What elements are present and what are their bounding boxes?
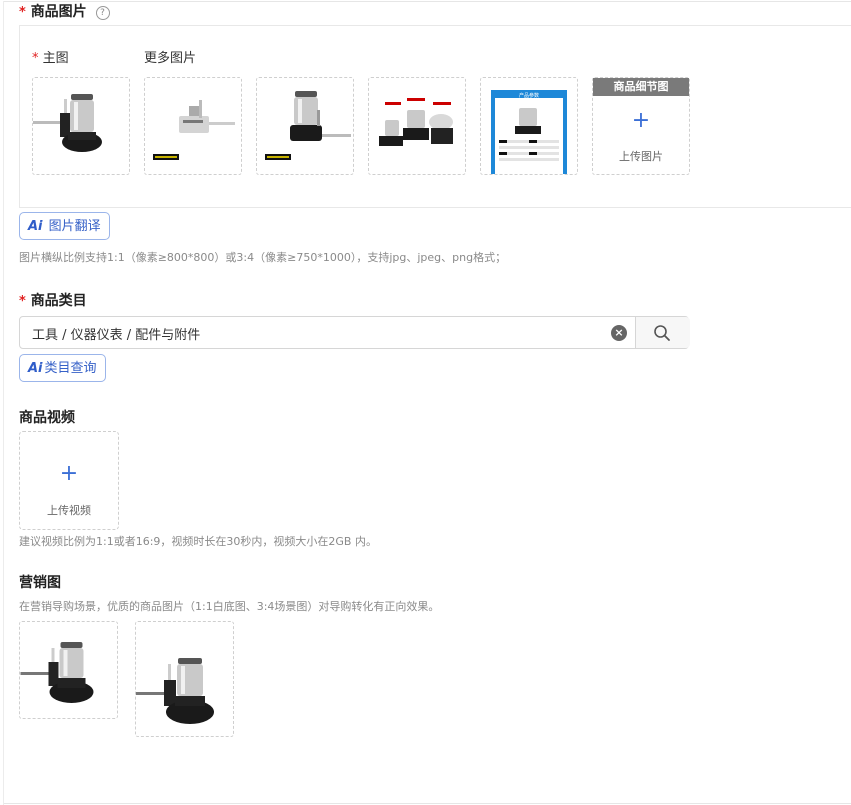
main-image-label: * 主图	[32, 51, 69, 66]
product-photo-icon	[153, 100, 235, 160]
category-search-button[interactable]	[635, 317, 690, 348]
product-form: * 商品图片 ? * 主图 更多图片 产品参数 商品细节图 + 上传图片 Ai …	[0, 0, 851, 805]
ai-icon: Ai	[28, 219, 43, 234]
detail-image-upload[interactable]: 商品细节图 + 上传图片	[592, 77, 690, 175]
more-image-thumb-3[interactable]	[368, 77, 466, 175]
marketing-hint: 在营销导购场景，优质的商品图片（1:1白底图、3:4场景图）对导购转化有正向效果…	[19, 600, 440, 613]
search-icon	[654, 325, 670, 341]
plus-icon: +	[59, 461, 79, 486]
product-images-title: 商品图片	[30, 4, 87, 20]
left-divider	[3, 1, 4, 805]
video-hint: 建议视频比例为1:1或者16:9，视频时长在30秒内，视频大小在2GB 内。	[19, 535, 377, 548]
category-select[interactable]: 工具 / 仪器仪表 / 配件与附件 ×	[19, 316, 690, 349]
more-image-thumb-1[interactable]	[144, 77, 242, 175]
bottom-divider	[4, 803, 851, 804]
video-label: 商品视频	[19, 410, 75, 426]
ai-image-translate-button[interactable]: Ai 图片翻译	[19, 212, 110, 240]
image-format-hint: 图片横纵比例支持1:1（像素≥800*800）或3:4（像素≥750*1000）…	[19, 251, 507, 264]
more-images-label: 更多图片	[144, 51, 197, 66]
required-mark: *	[19, 294, 26, 309]
category-value: 工具 / 仪器仪表 / 配件与附件	[32, 328, 201, 343]
help-icon[interactable]: ?	[95, 6, 110, 20]
product-photo-icon	[379, 98, 453, 146]
detail-image-banner: 商品细节图	[593, 78, 689, 96]
video-upload[interactable]: + 上传视频	[19, 431, 119, 530]
upload-video-text: 上传视频	[47, 504, 91, 517]
spec-sheet-icon: 产品参数	[491, 90, 567, 174]
more-image-thumb-2[interactable]	[256, 77, 354, 175]
more-image-thumb-4[interactable]: 产品参数	[480, 77, 578, 175]
marketing-image-thumb-2[interactable]	[135, 621, 234, 737]
product-photo-icon	[265, 91, 351, 160]
clear-icon[interactable]: ×	[611, 325, 627, 341]
spec-sheet-caption: 产品参数	[519, 92, 539, 99]
marketing-label: 营销图	[19, 575, 61, 591]
product-images-label: * 商品图片 ?	[19, 1, 110, 21]
ai-image-translate-label: 图片翻译	[48, 219, 101, 234]
category-label: * 商品类目	[19, 290, 87, 310]
required-mark: *	[19, 5, 26, 20]
product-photo-icon	[20, 642, 94, 703]
product-images-panel: * 主图 更多图片 产品参数 商品细节图 + 上传图片	[19, 25, 851, 208]
product-photo-icon	[136, 658, 214, 724]
ai-icon: Ai	[28, 361, 43, 376]
category-title: 商品类目	[30, 293, 87, 309]
ai-category-query-label: 类目查询	[44, 361, 97, 376]
plus-icon: +	[631, 108, 651, 133]
marketing-image-thumb-1[interactable]	[19, 621, 118, 719]
top-divider	[4, 1, 851, 2]
upload-image-text: 上传图片	[619, 150, 663, 163]
required-mark: *	[32, 51, 39, 66]
product-photo-icon	[33, 94, 102, 152]
main-image-thumb[interactable]	[32, 77, 130, 175]
ai-category-query-button[interactable]: Ai 类目查询	[19, 354, 106, 382]
